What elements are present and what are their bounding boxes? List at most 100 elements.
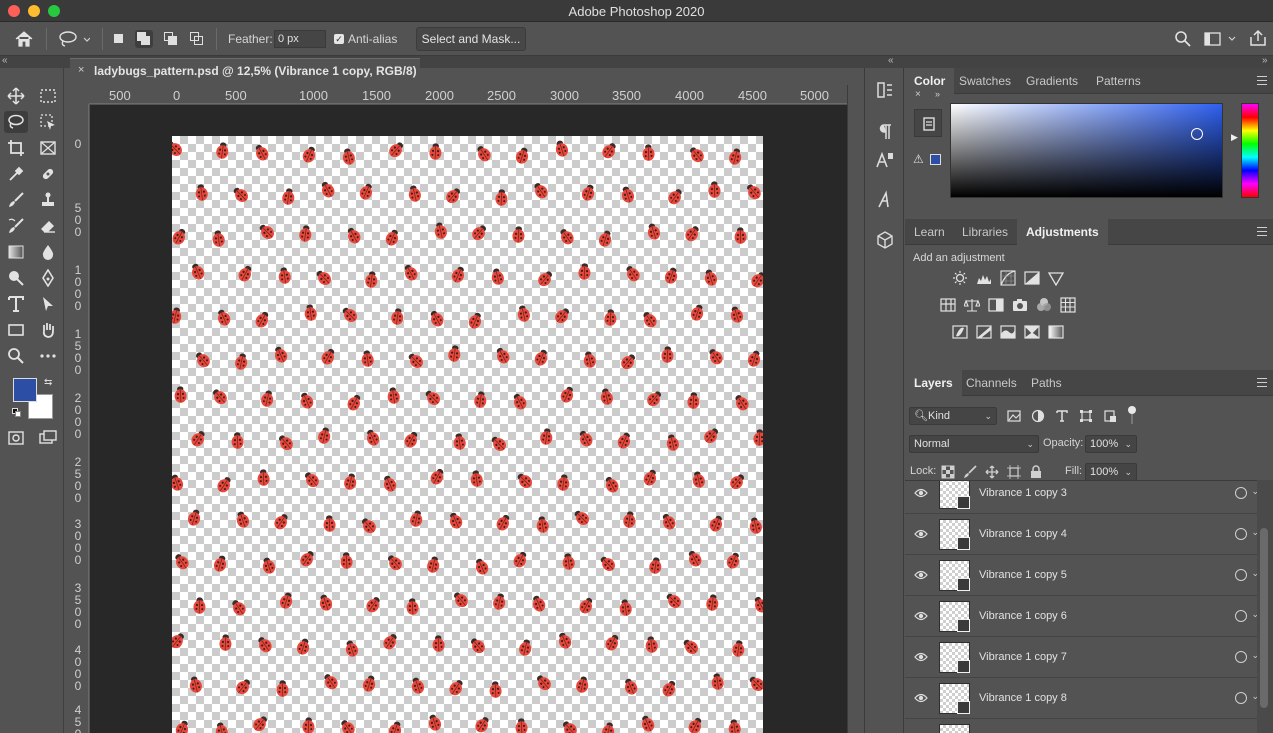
intersect-selection-button[interactable] (188, 30, 206, 48)
crop-tool[interactable] (4, 137, 28, 159)
workspace-switcher[interactable] (1204, 31, 1238, 47)
layer-row[interactable]: Vibrance 1 copy 3⌄ (905, 481, 1257, 514)
move-tool[interactable] (4, 85, 28, 107)
layer-thumbnail[interactable] (939, 683, 970, 714)
history-brush-tool[interactable] (4, 215, 28, 237)
zoom-tool[interactable] (4, 345, 28, 367)
layer-name[interactable]: Vibrance 1 copy 6 (979, 610, 1067, 622)
blend-mode-select[interactable]: Normal ⌄ (909, 435, 1039, 453)
filter-adjustment-layers-icon[interactable] (1031, 409, 1045, 423)
quick-mask-button[interactable] (4, 427, 28, 449)
filter-smart-objects-icon[interactable] (1103, 409, 1117, 423)
3d-panel-button[interactable] (873, 228, 897, 252)
pen-tool[interactable] (36, 267, 60, 289)
blur-tool[interactable] (36, 241, 60, 263)
lock-all-icon[interactable] (1029, 465, 1043, 479)
tab-gradients[interactable]: Gradients (1017, 68, 1087, 94)
lasso-tool[interactable] (4, 111, 28, 133)
layer-thumbnail[interactable] (939, 481, 970, 509)
gamut-color-swatch[interactable] (930, 154, 941, 165)
layer-effects-icon[interactable] (1235, 692, 1247, 704)
visibility-eye-icon[interactable] (914, 569, 928, 581)
color-balance-button[interactable] (963, 297, 981, 313)
history-panel-button[interactable] (873, 78, 897, 102)
invert-button[interactable] (952, 324, 968, 340)
lock-transparent-pixels-icon[interactable] (941, 465, 955, 479)
filter-toggle-switch[interactable] (1128, 406, 1136, 414)
tool-preset-picker[interactable] (58, 30, 91, 48)
healing-brush-tool[interactable] (36, 163, 60, 185)
ruler-origin[interactable] (70, 85, 89, 104)
close-document-icon[interactable]: × (78, 64, 84, 76)
share-button[interactable] (1249, 29, 1267, 47)
color-panel-icon[interactable] (914, 109, 942, 137)
horizontal-ruler[interactable]: 500 0 500 1000 1500 2000 2500 3000 3500 … (89, 85, 847, 104)
layer-effects-icon[interactable] (1235, 487, 1247, 499)
vertical-ruler[interactable]: 050010001500200025003000350040004500 (70, 104, 89, 733)
layer-thumbnail[interactable] (939, 724, 970, 733)
clone-stamp-tool[interactable] (36, 189, 60, 211)
collapse-toolbar-icon[interactable]: « (2, 55, 8, 66)
tab-adjustments[interactable]: Adjustments (1017, 219, 1108, 245)
curves-button[interactable] (1000, 270, 1016, 286)
character-panel-button[interactable] (873, 188, 897, 212)
vibrance-button[interactable] (1047, 270, 1065, 287)
color-panel-close-icon[interactable]: × (915, 89, 921, 100)
anti-alias-checkbox[interactable]: ✓ (334, 34, 344, 44)
adjustments-panel-menu-icon[interactable] (1257, 227, 1267, 236)
tab-libraries[interactable]: Libraries (953, 219, 1017, 245)
opacity-input[interactable]: 100% ⌄ (1085, 435, 1137, 453)
tab-swatches[interactable]: Swatches (950, 68, 1020, 94)
hue-saturation-button[interactable] (940, 297, 956, 313)
add-to-selection-button[interactable] (135, 30, 153, 48)
home-button[interactable] (14, 30, 34, 48)
tab-patterns[interactable]: Patterns (1087, 68, 1150, 94)
layer-effects-icon[interactable] (1235, 569, 1247, 581)
object-select-tool[interactable] (36, 111, 60, 133)
hue-slider[interactable] (1241, 103, 1259, 198)
rectangle-tool[interactable] (4, 319, 28, 341)
filter-shape-layers-icon[interactable] (1079, 409, 1093, 423)
feather-input[interactable] (274, 30, 326, 48)
posterize-button[interactable] (976, 324, 992, 340)
paragraph-panel-button[interactable] (873, 120, 897, 144)
layer-name[interactable]: Vibrance 1 copy 4 (979, 528, 1067, 540)
layer-row[interactable]: Vibrance 1 copy 8⌄ (905, 678, 1257, 719)
swap-colors-icon[interactable]: ⇆ (44, 377, 52, 388)
layer-row[interactable]: Vibrance 1 copy 6⌄ (905, 596, 1257, 637)
gradient-tool[interactable] (4, 241, 28, 263)
expand-panels-icon[interactable]: » (1262, 55, 1268, 66)
tab-channels[interactable]: Channels (957, 370, 1026, 396)
gradient-map-button[interactable] (1048, 324, 1064, 340)
layer-thumbnail[interactable] (939, 642, 970, 673)
new-selection-button[interactable] (110, 30, 128, 48)
tab-color[interactable]: Color (905, 68, 955, 94)
frame-tool[interactable] (36, 137, 60, 159)
brightness-contrast-button[interactable] (952, 270, 968, 286)
eraser-tool[interactable] (36, 215, 60, 237)
layer-name[interactable]: Vibrance 1 copy 3 (979, 487, 1067, 499)
layer-thumbnail[interactable] (939, 601, 970, 632)
document-scrollbar[interactable] (847, 85, 863, 733)
canvas-area[interactable] (90, 105, 847, 733)
layer-effects-icon[interactable] (1235, 528, 1247, 540)
layer-effects-icon[interactable] (1235, 610, 1247, 622)
select-and-mask-button[interactable]: Select and Mask... (416, 27, 526, 51)
tab-layers[interactable]: Layers (905, 370, 962, 396)
exposure-button[interactable] (1024, 270, 1040, 286)
channel-mixer-button[interactable] (1036, 297, 1052, 313)
layer-name[interactable]: Vibrance 1 copy 5 (979, 569, 1067, 581)
lock-image-pixels-icon[interactable] (963, 465, 977, 479)
layer-filter-kind-select[interactable]: 🔍︎ Kind ⌄ (909, 407, 997, 425)
default-colors-icon[interactable] (12, 408, 22, 418)
layers-scrollbar[interactable] (1257, 480, 1273, 733)
black-white-button[interactable] (988, 297, 1004, 313)
layer-effects-icon[interactable] (1235, 651, 1247, 663)
color-panel-menu-icon[interactable] (1257, 76, 1267, 85)
path-select-tool[interactable] (36, 293, 60, 315)
threshold-button[interactable] (1000, 324, 1016, 340)
visibility-eye-icon[interactable] (914, 487, 928, 499)
visibility-eye-icon[interactable] (914, 651, 928, 663)
foreground-color-swatch[interactable] (13, 378, 37, 402)
tab-paths[interactable]: Paths (1022, 370, 1071, 396)
